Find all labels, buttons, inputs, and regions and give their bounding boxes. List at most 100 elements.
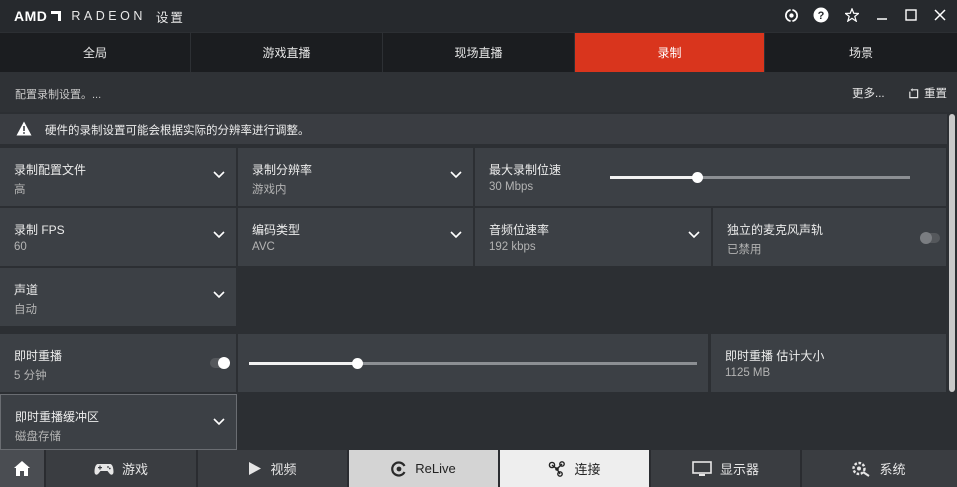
setting-value: 磁盘存储 bbox=[15, 431, 61, 443]
recording-resolution-dropdown[interactable]: 录制分辨率 游戏内 bbox=[238, 148, 473, 206]
setting-value: 60 bbox=[14, 241, 27, 253]
recording-profile-dropdown[interactable]: 录制配置文件 高 bbox=[0, 148, 236, 206]
replay-buffer-dropdown[interactable]: 即时重播缓冲区 磁盘存储 bbox=[0, 394, 237, 450]
favorite-icon[interactable] bbox=[840, 4, 864, 26]
tab-label: 场景 bbox=[848, 46, 873, 60]
help-icon[interactable]: ? bbox=[809, 4, 833, 26]
close-icon[interactable] bbox=[928, 4, 952, 26]
nav-label: 系统 bbox=[879, 462, 906, 477]
audio-channel-dropdown[interactable]: 声道 自动 bbox=[0, 268, 236, 326]
nav-connect[interactable]: 连接 bbox=[500, 450, 651, 487]
encoding-type-dropdown[interactable]: 编码类型 AVC bbox=[238, 208, 473, 266]
tab-label: 录制 bbox=[657, 46, 682, 60]
tab-bar: 全局 游戏直播 现场直播 录制 场景 bbox=[0, 33, 957, 72]
instant-replay-duration-slider bbox=[238, 334, 708, 392]
warning-text: 硬件的录制设置可能会根据实际的分辨率进行调整。 bbox=[45, 125, 310, 137]
chevron-down-icon bbox=[450, 231, 462, 239]
max-bitrate-setting: 最大录制位速 30 Mbps bbox=[475, 148, 946, 206]
tab-label: 游戏直播 bbox=[262, 46, 311, 60]
amd-logo-text: AMD bbox=[14, 8, 48, 24]
bottom-nav: 游戏 视频 ReLive 连接 显示器 系统 bbox=[0, 450, 957, 487]
setting-value: AVC bbox=[252, 241, 275, 253]
bitrate-slider-fill bbox=[610, 176, 697, 179]
tab-label: 全局 bbox=[82, 46, 107, 60]
setting-label: 即时重播缓冲区 bbox=[15, 410, 100, 424]
chevron-down-icon bbox=[450, 171, 462, 179]
amd-logo: AMD bbox=[14, 8, 62, 24]
mic-track-toggle[interactable] bbox=[920, 232, 940, 244]
reset-label: 重置 bbox=[924, 88, 947, 100]
bitrate-slider-knob[interactable] bbox=[692, 172, 703, 183]
nav-label: 显示器 bbox=[719, 462, 759, 477]
reset-button[interactable]: 重置 bbox=[908, 85, 947, 101]
scrollbar-thumb[interactable] bbox=[949, 114, 955, 392]
nav-label: 连接 bbox=[574, 462, 601, 477]
setting-label: 即时重播 bbox=[14, 349, 63, 363]
reset-icon bbox=[909, 87, 919, 98]
monitor-icon bbox=[692, 460, 712, 476]
gamepad-icon bbox=[94, 463, 114, 475]
sub-header: 配置录制设置。... 更多... 重置 bbox=[0, 72, 957, 112]
update-icon[interactable] bbox=[779, 4, 803, 26]
brand: AMD RADEON 设置 bbox=[14, 7, 185, 25]
setting-label: 录制配置文件 bbox=[14, 163, 87, 177]
replay-estimated-size: 即时重播 估计大小 1125 MB bbox=[711, 334, 946, 392]
nav-label: 视频 bbox=[270, 462, 297, 477]
nav-label: ReLive bbox=[415, 461, 456, 476]
relive-icon bbox=[391, 460, 406, 477]
nav-system[interactable]: 系统 bbox=[802, 450, 955, 487]
setting-label: 录制分辨率 bbox=[252, 163, 313, 177]
instant-replay-setting: 即时重播 5 分钟 bbox=[0, 334, 236, 392]
setting-label: 即时重播 估计大小 bbox=[725, 349, 825, 363]
tab-live-streaming[interactable]: 现场直播 bbox=[383, 33, 575, 72]
mic-track-setting: 独立的麦克风声轨 已禁用 bbox=[713, 208, 946, 266]
system-gear-icon bbox=[852, 461, 871, 477]
nav-display[interactable]: 显示器 bbox=[651, 450, 802, 487]
chevron-down-icon bbox=[213, 418, 225, 426]
nav-gaming[interactable]: 游戏 bbox=[46, 450, 198, 487]
setting-label: 独立的麦克风声轨 bbox=[727, 223, 824, 237]
amd-arrow-icon bbox=[51, 11, 62, 21]
setting-value: 5 分钟 bbox=[14, 370, 47, 382]
tab-label: 现场直播 bbox=[454, 46, 503, 60]
replay-slider-knob[interactable] bbox=[352, 358, 363, 369]
chevron-down-icon bbox=[213, 171, 225, 179]
title-bar: AMD RADEON 设置 ? bbox=[0, 0, 957, 32]
chevron-down-icon bbox=[213, 231, 225, 239]
nav-relive[interactable]: ReLive bbox=[349, 450, 500, 487]
play-icon bbox=[249, 462, 262, 475]
replay-slider-fill bbox=[249, 362, 357, 365]
svg-text:?: ? bbox=[818, 10, 825, 22]
home-icon bbox=[14, 461, 30, 476]
nav-video[interactable]: 视频 bbox=[198, 450, 349, 487]
window-title: 设置 bbox=[155, 10, 185, 25]
setting-value: 游戏内 bbox=[252, 184, 287, 196]
nav-label: 游戏 bbox=[121, 462, 148, 477]
minimize-icon[interactable] bbox=[870, 4, 894, 26]
chevron-down-icon bbox=[688, 231, 700, 239]
tab-global[interactable]: 全局 bbox=[0, 33, 191, 72]
setting-value: 已禁用 bbox=[727, 244, 762, 256]
setting-label: 音频位速率 bbox=[489, 223, 550, 237]
warning-banner: 硬件的录制设置可能会根据实际的分辨率进行调整。 bbox=[0, 114, 947, 144]
setting-value: 192 kbps bbox=[489, 241, 536, 253]
product-name: RADEON bbox=[71, 9, 146, 23]
tab-game-streaming[interactable]: 游戏直播 bbox=[191, 33, 383, 72]
instant-replay-toggle[interactable] bbox=[210, 357, 230, 369]
connect-icon bbox=[549, 460, 566, 477]
tab-scenes[interactable]: 场景 bbox=[765, 33, 957, 72]
tab-recording[interactable]: 录制 bbox=[575, 33, 765, 72]
toggle-knob bbox=[920, 232, 932, 244]
setting-value: 30 Mbps bbox=[489, 181, 534, 193]
setting-value: 自动 bbox=[14, 304, 37, 316]
more-link[interactable]: 更多... bbox=[852, 85, 885, 101]
recording-fps-dropdown[interactable]: 录制 FPS 60 bbox=[0, 208, 236, 266]
setting-label: 编码类型 bbox=[252, 223, 301, 237]
audio-bitrate-dropdown[interactable]: 音频位速率 192 kbps bbox=[475, 208, 711, 266]
setting-value: 1125 MB bbox=[725, 367, 771, 379]
setting-label: 录制 FPS bbox=[14, 223, 65, 237]
maximize-icon[interactable] bbox=[899, 4, 923, 26]
chevron-down-icon bbox=[213, 291, 225, 299]
setting-label: 最大录制位速 bbox=[489, 163, 562, 177]
nav-home[interactable] bbox=[0, 450, 46, 487]
